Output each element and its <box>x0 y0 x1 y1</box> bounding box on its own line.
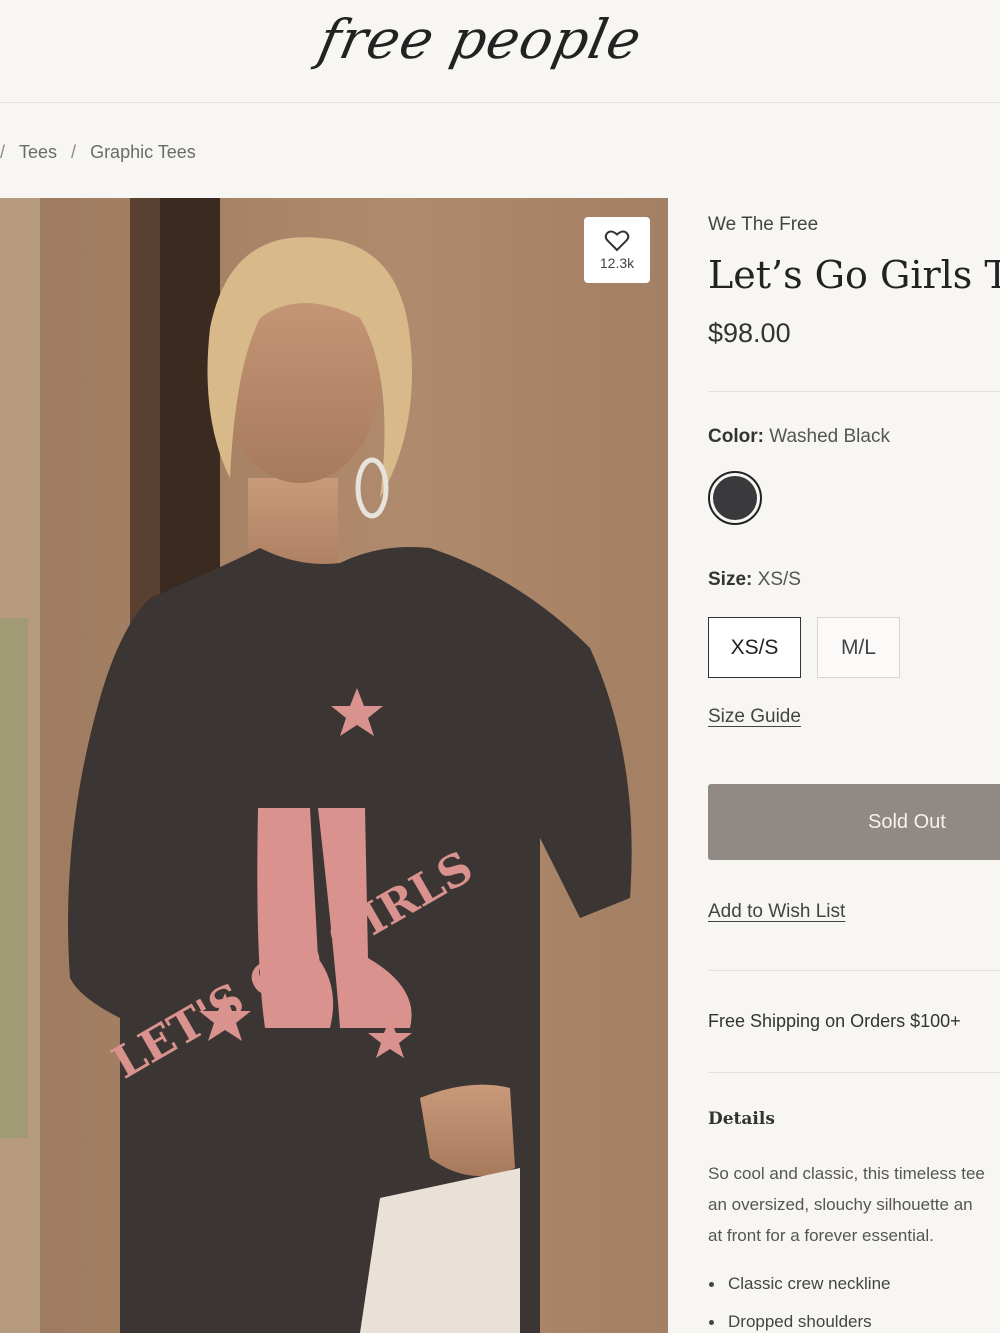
sold-out-label: Sold Out <box>868 810 946 833</box>
bullet-item: Dropped shoulders <box>708 1312 891 1333</box>
details-bullets: Classic crew neckline Dropped shoulders <box>708 1274 891 1333</box>
breadcrumb-item-tees[interactable]: Tees <box>19 142 57 163</box>
site-header: free people <box>0 0 1000 103</box>
size-label: Size: XS/S <box>708 569 801 591</box>
favorite-count: 12.3k <box>599 255 635 271</box>
sold-out-button[interactable]: Sold Out <box>708 784 1000 860</box>
breadcrumb: / Tees / Graphic Tees <box>0 142 196 163</box>
favorite-button[interactable]: 12.3k <box>584 217 650 283</box>
shipping-note: Free Shipping on Orders $100+ <box>708 1011 961 1031</box>
heart-icon <box>604 230 630 252</box>
product-image[interactable]: LET'S GO GIRLS <box>0 198 668 1333</box>
product-info-panel: We The Free Let’s Go Girls Tee $98.00 Co… <box>708 198 1000 1333</box>
color-value: Washed Black <box>769 426 890 447</box>
color-swatch-fill <box>713 476 757 520</box>
details-heading: Details <box>708 1109 775 1129</box>
divider <box>708 1072 1000 1073</box>
product-brand[interactable]: We The Free <box>708 214 818 236</box>
details-line: an oversized, slouchy silhouette an <box>708 1195 973 1214</box>
divider <box>708 970 1000 971</box>
breadcrumb-separator: / <box>0 142 6 162</box>
product-price: $98.00 <box>708 318 791 348</box>
size-guide-link[interactable]: Size Guide <box>708 706 801 728</box>
color-swatch-washed-black[interactable] <box>708 471 762 525</box>
size-label-title: Size: <box>708 569 753 590</box>
color-label-title: Color: <box>708 426 764 447</box>
details-line: So cool and classic, this timeless tee <box>708 1164 985 1183</box>
details-description: So cool and classic, this timeless tee a… <box>708 1158 1000 1251</box>
add-to-wishlist-link[interactable]: Add to Wish List <box>708 901 845 923</box>
product-photo-illustration: LET'S GO GIRLS <box>0 198 668 1333</box>
color-label: Color: Washed Black <box>708 426 890 448</box>
divider <box>708 391 1000 392</box>
logo-text: free people <box>313 8 648 71</box>
breadcrumb-item-graphic-tees[interactable]: Graphic Tees <box>90 142 196 163</box>
bullet-item: Classic crew neckline <box>708 1274 891 1312</box>
size-option-xs-s[interactable]: XS/S <box>708 617 801 678</box>
size-option-m-l[interactable]: M/L <box>817 617 900 678</box>
site-logo[interactable]: free people <box>0 0 1000 103</box>
details-line: at front for a forever essential. <box>708 1226 934 1245</box>
size-value: XS/S <box>757 569 801 590</box>
breadcrumb-separator: / <box>71 142 77 162</box>
product-title: Let’s Go Girls Tee <box>708 253 1000 297</box>
